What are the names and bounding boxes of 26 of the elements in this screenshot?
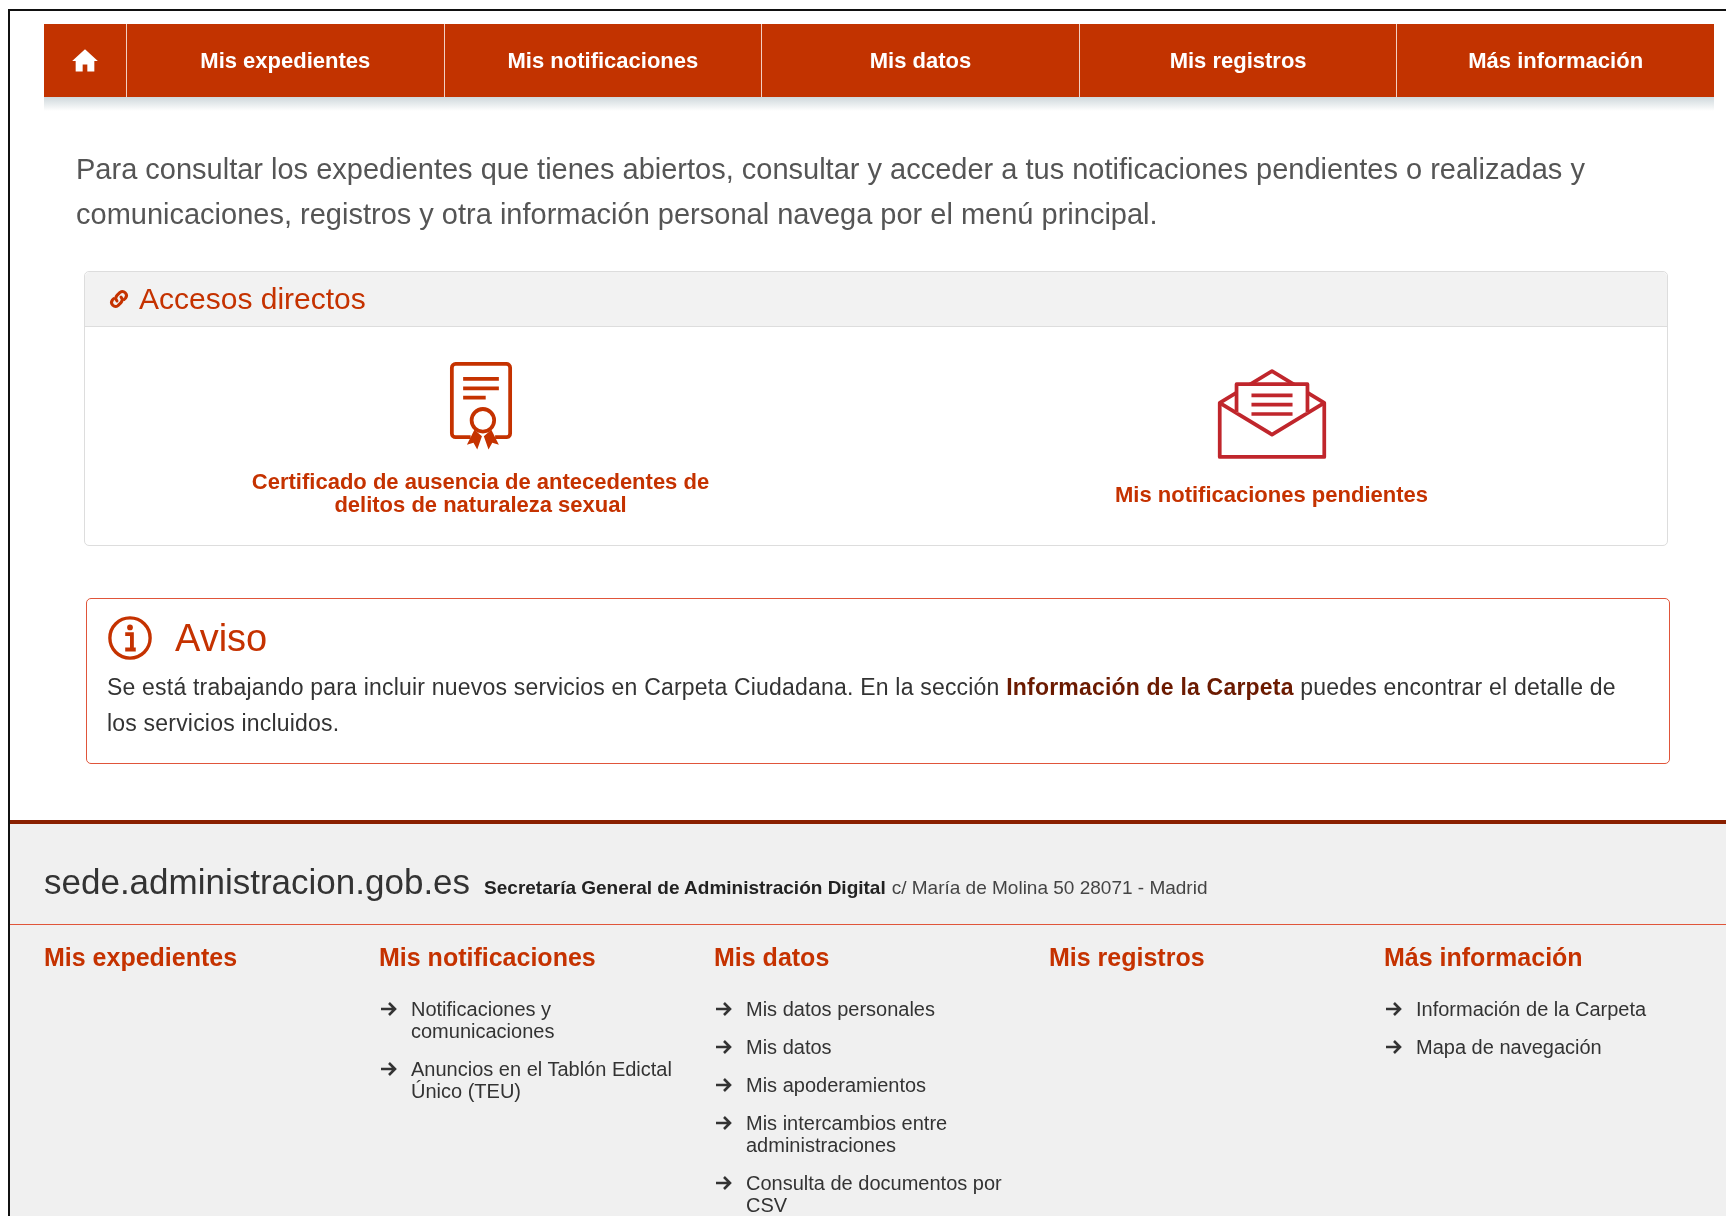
footer-link[interactable]: Mis apoderamientos bbox=[746, 1074, 927, 1096]
footer-link[interactable]: Mis datos bbox=[746, 1036, 832, 1058]
footer-heading-link[interactable]: Mis datos bbox=[714, 943, 830, 972]
link-icon bbox=[107, 287, 131, 311]
site-name: sede.administracion.gob.es bbox=[44, 862, 471, 902]
info-icon bbox=[107, 615, 153, 661]
shortcut-link[interactable]: Mis notificaciones pendientes bbox=[1115, 482, 1428, 506]
footer-link[interactable]: Mis datos personales bbox=[746, 998, 935, 1020]
footer-link[interactable]: Mapa de navegación bbox=[1416, 1036, 1602, 1058]
footer-link[interactable]: Anuncios en el Tablón Edictal Único (TEU) bbox=[411, 1058, 681, 1102]
envelope-icon[interactable] bbox=[1215, 366, 1328, 461]
panel-title: Accesos directos bbox=[139, 282, 366, 316]
shortcut-link[interactable]: Certificado de ausencia de antecedentes de delitos de naturaleza sexual bbox=[220, 470, 741, 516]
footer-heading-link[interactable]: Más información bbox=[1384, 943, 1583, 972]
footer-link[interactable]: Mis intercambios entre administraciones bbox=[746, 1112, 1016, 1156]
footer-link[interactable]: Consulta de documentos por CSV bbox=[746, 1172, 1016, 1216]
footer-link[interactable]: Notificaciones y comunicaciones bbox=[411, 998, 681, 1042]
footer-heading-link[interactable]: Mis registros bbox=[1049, 943, 1205, 972]
notice-title: Aviso bbox=[175, 616, 268, 660]
footer-heading-link[interactable]: Mis expedientes bbox=[44, 943, 238, 972]
footer-heading-link[interactable]: Mis notificaciones bbox=[379, 943, 596, 972]
notice-text: Se está trabajando para incluir nuevos servicios en Carpeta Ciudadana. En la sección Información de la Carpeta puedes encontrar el detalle de los servicios incluidos. bbox=[107, 673, 1617, 738]
intro-text: Para consultar los expedientes que tienes abiertos, consultar y acceder a tus notificaciones pendientes o realizadas y comunicaciones, registros y otra información personal navega por el menú principal. bbox=[76, 152, 1586, 232]
organization-name: Secretaría General de Administración Digital bbox=[484, 877, 886, 899]
footer-link[interactable]: Información de la Carpeta bbox=[1416, 998, 1647, 1020]
address-text: c/ María de Molina 50 28071 - Madrid bbox=[891, 877, 1208, 899]
